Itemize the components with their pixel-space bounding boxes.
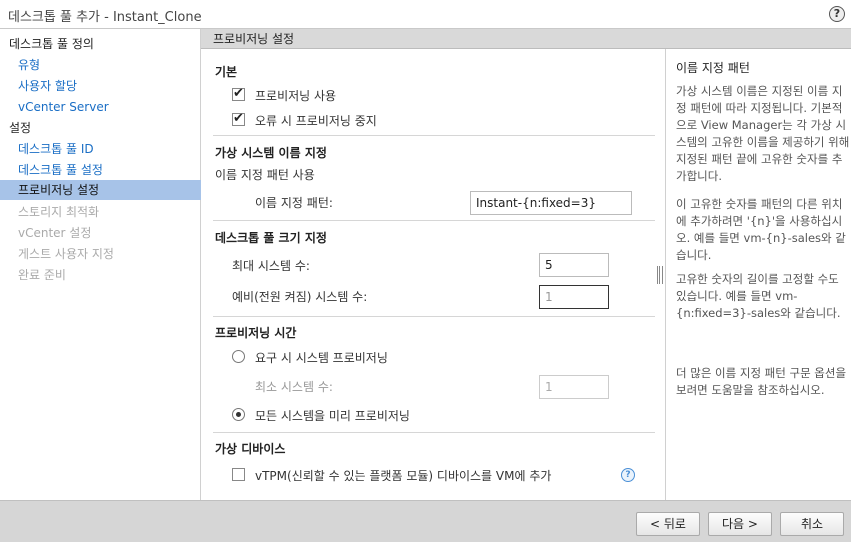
- nav-item-guest-customization: 게스트 사용자 지정: [18, 247, 114, 261]
- nav-item-ready-to-complete: 완료 준비: [18, 268, 66, 282]
- help-icon[interactable]: ?: [829, 6, 845, 22]
- help-paragraph: 고유한 숫자의 길이를 고정할 수도 있습니다. 예를 들면 vm-{n:fix…: [676, 272, 841, 320]
- nav-item-type[interactable]: 유형: [0, 55, 201, 75]
- stop-on-error-label: 오류 시 프로비저닝 중지: [255, 114, 377, 128]
- divider: [213, 220, 655, 221]
- main-content: 프로비저닝 설정 기본 프로비저닝 사용 오류 시 프로비저닝 중지 가상 시스…: [201, 29, 851, 500]
- section-devices-title: 가상 디바이스: [215, 442, 286, 456]
- splitter-handle[interactable]: [657, 266, 663, 284]
- nav-item-vcenter-server[interactable]: vCenter Server: [0, 97, 201, 117]
- help-paragraph: 가상 시스템 이름은 지정된 이름 지정 패턴에 따라 지정됩니다. 기본적으로…: [676, 84, 850, 183]
- spare-machines-label: 예비(전원 켜짐) 시스템 수:: [232, 290, 368, 304]
- page-title: 프로비저닝 설정: [201, 29, 851, 49]
- help-title: 이름 지정 패턴: [676, 61, 750, 75]
- divider: [213, 135, 655, 136]
- window-title: 데스크톱 풀 추가 - Instant_Clone: [8, 10, 202, 25]
- enable-provisioning-checkbox[interactable]: [232, 86, 245, 101]
- enable-provisioning-label: 프로비저닝 사용: [255, 89, 337, 103]
- vtpm-checkbox[interactable]: [232, 468, 245, 481]
- title-bar: 데스크톱 풀 추가 - Instant_Clone ?: [0, 0, 851, 29]
- help-paragraph: 이 고유한 숫자를 패턴의 다른 위치에 추가하려면 '{n}'을 사용하십시오…: [676, 197, 846, 262]
- vtpm-label: vTPM(신뢰할 수 있는 플랫폼 모듈) 디바이스를 VM에 추가: [255, 469, 552, 483]
- nav-item-pool-id[interactable]: 데스크톱 풀 ID: [0, 139, 201, 159]
- naming-pattern-label: 이름 지정 패턴:: [255, 196, 333, 210]
- max-machines-input[interactable]: 5: [539, 253, 609, 277]
- next-button[interactable]: 다음 >: [708, 512, 772, 536]
- help-panel: 이름 지정 패턴 가상 시스템 이름은 지정된 이름 지정 패턴에 따라 지정됩…: [665, 49, 851, 500]
- wizard-nav: 데스크톱 풀 정의 유형 사용자 할당 vCenter Server 설정 데스…: [0, 29, 201, 500]
- up-front-label: 모든 시스템을 미리 프로비저닝: [255, 409, 410, 423]
- back-button[interactable]: < 뒤로: [636, 512, 700, 536]
- section-basic-title: 기본: [215, 65, 238, 79]
- footer-bar: < 뒤로 다음 > 취소: [0, 500, 851, 542]
- stop-on-error-checkbox[interactable]: [232, 111, 245, 126]
- cancel-button[interactable]: 취소: [780, 512, 844, 536]
- min-machines-input: 1: [539, 375, 609, 399]
- use-naming-pattern-label: 이름 지정 패턴 사용: [215, 168, 315, 182]
- section-timing-title: 프로비저닝 시간: [215, 326, 297, 340]
- nav-item-storage-optimization: 스토리지 최적화: [18, 205, 100, 219]
- help-icon[interactable]: ?: [621, 468, 635, 482]
- section-naming-title: 가상 시스템 이름 지정: [215, 146, 327, 160]
- help-paragraph: 더 많은 이름 지정 패턴 구문 옵션을 보려면 도움말을 참조하십시오.: [676, 366, 847, 397]
- spare-machines-input[interactable]: 1: [539, 285, 609, 309]
- nav-section-settings: 설정: [9, 121, 32, 135]
- nav-item-pool-settings[interactable]: 데스크톱 풀 설정: [0, 160, 201, 180]
- nav-item-provisioning-settings[interactable]: 프로비저닝 설정: [0, 180, 201, 200]
- nav-item-user-assignment[interactable]: 사용자 할당: [0, 76, 201, 96]
- divider: [213, 432, 655, 433]
- nav-item-vcenter-settings: vCenter 설정: [18, 226, 92, 240]
- section-pool-size-title: 데스크톱 풀 크기 지정: [215, 231, 327, 245]
- max-machines-label: 최대 시스템 수:: [232, 259, 310, 273]
- nav-section-define-pool: 데스크톱 풀 정의: [9, 37, 94, 51]
- min-machines-label: 최소 시스템 수:: [255, 380, 333, 394]
- up-front-radio[interactable]: [232, 408, 245, 421]
- divider: [213, 316, 655, 317]
- on-demand-label: 요구 시 시스템 프로비저닝: [255, 351, 388, 365]
- on-demand-radio[interactable]: [232, 350, 245, 363]
- naming-pattern-input[interactable]: Instant-{n:fixed=3}: [470, 191, 632, 215]
